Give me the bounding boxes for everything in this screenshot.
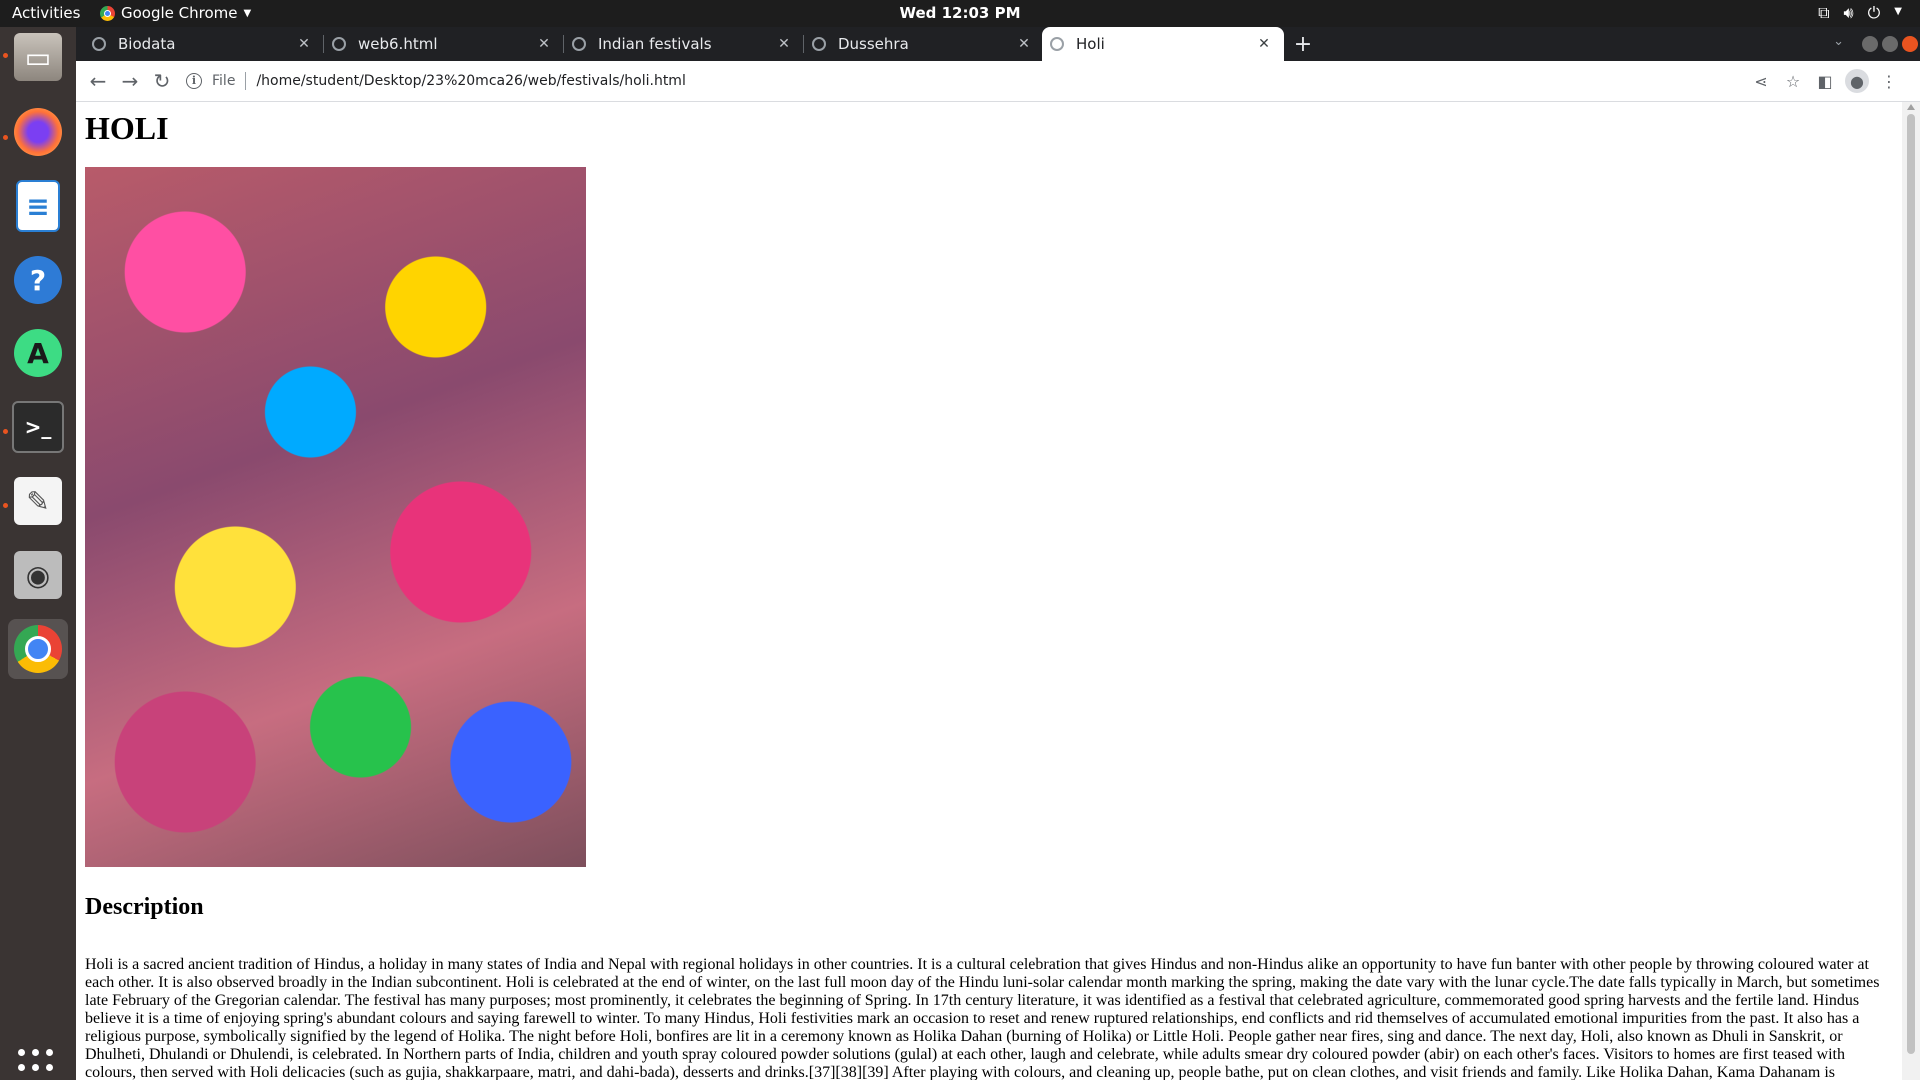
page-title: HOLI xyxy=(85,110,169,146)
share-icon: ⋖ xyxy=(1754,71,1768,91)
new-tab-button[interactable]: + xyxy=(1286,27,1320,61)
tab-holi[interactable]: Holi ✕ xyxy=(1042,27,1284,61)
firefox-icon xyxy=(14,108,62,156)
close-icon[interactable]: ✕ xyxy=(292,36,316,52)
dock-help[interactable]: ? xyxy=(8,250,68,310)
page-viewport: HOLI Description Holi is a sacred ancien… xyxy=(76,102,1902,1080)
dock: ▭ ≡ ? A >_ ✎ ◉ xyxy=(0,27,76,1080)
forward-button[interactable]: → xyxy=(116,67,144,95)
reload-button[interactable]: ↻ xyxy=(148,67,176,95)
dock-chrome[interactable] xyxy=(8,619,68,679)
vertical-scrollbar[interactable] xyxy=(1902,102,1920,1080)
chrome-icon xyxy=(14,625,62,673)
description-text: Holi is a sacred ancient tradition of Hi… xyxy=(85,956,1880,1080)
system-top-bar: Activities Google Chrome ▼ Wed 12:03 PM … xyxy=(0,0,1920,27)
dock-firefox[interactable] xyxy=(8,102,68,162)
power-icon: ⏻ xyxy=(1867,3,1881,22)
scroll-up-arrow[interactable] xyxy=(1907,104,1915,110)
text-editor-icon: ✎ xyxy=(14,477,62,525)
show-applications-button[interactable] xyxy=(18,1049,58,1080)
tab-title: Biodata xyxy=(118,35,176,53)
window-close-button[interactable] xyxy=(1902,36,1918,52)
side-panel-button[interactable]: ◧ xyxy=(1813,69,1837,93)
chevron-down-icon: ▼ xyxy=(1894,6,1902,17)
browser-window: Biodata ✕ web6.html ✕ Indian festivals ✕… xyxy=(76,27,1920,1080)
terminal-icon: >_ xyxy=(12,401,64,453)
close-icon[interactable]: ✕ xyxy=(1012,36,1036,52)
tab-title: Holi xyxy=(1076,35,1105,53)
tab-title: web6.html xyxy=(358,35,438,53)
url-scheme: File xyxy=(212,73,236,89)
holi-image xyxy=(85,167,586,867)
android-studio-icon: A xyxy=(14,329,62,377)
clock[interactable]: Wed 12:03 PM xyxy=(0,4,1920,22)
page-content: HOLI Description Holi is a sacred ancien… xyxy=(85,102,1885,1080)
arrow-right-icon: → xyxy=(121,69,139,93)
side-panel-icon: ◧ xyxy=(1817,71,1833,91)
menu-button[interactable]: ⋮ xyxy=(1877,69,1901,93)
avatar-icon: ● xyxy=(1850,71,1864,91)
info-icon[interactable]: i xyxy=(186,73,202,89)
tab-search-icon[interactable]: ⌄ xyxy=(1833,34,1844,49)
kebab-menu-icon: ⋮ xyxy=(1881,71,1897,91)
globe-icon xyxy=(812,37,826,51)
star-icon: ☆ xyxy=(1785,71,1801,91)
dock-files[interactable]: ▭ xyxy=(8,27,68,87)
arrow-left-icon: ← xyxy=(89,69,107,93)
scrollbar-thumb[interactable] xyxy=(1907,114,1915,1054)
tab-title: Indian festivals xyxy=(598,35,712,53)
reload-icon: ↻ xyxy=(153,69,171,93)
tab-strip: Biodata ✕ web6.html ✕ Indian festivals ✕… xyxy=(76,27,1920,61)
document-icon: ≡ xyxy=(16,180,60,232)
system-tray[interactable]: ⧉ 🔊︎ ⏻ ▼ xyxy=(1818,3,1902,23)
file-cabinet-icon: ▭ xyxy=(14,33,62,81)
globe-icon xyxy=(572,37,586,51)
close-icon[interactable]: ✕ xyxy=(772,36,796,52)
dock-android-studio[interactable]: A xyxy=(8,323,68,383)
browser-toolbar: ← → ↻ i File /home/student/Desktop/23%20… xyxy=(76,61,1920,102)
close-icon[interactable]: ✕ xyxy=(1252,36,1276,52)
globe-icon xyxy=(92,37,106,51)
window-controls xyxy=(1862,36,1918,52)
tab-title: Dussehra xyxy=(838,35,909,53)
tab-dussehra[interactable]: Dussehra ✕ xyxy=(804,27,1044,61)
address-bar[interactable]: i File /home/student/Desktop/23%20mca26/… xyxy=(184,65,1824,97)
url-text[interactable]: /home/student/Desktop/23%20mca26/web/fes… xyxy=(256,73,685,89)
dock-writer[interactable]: ≡ xyxy=(8,176,68,236)
minimize-button[interactable] xyxy=(1862,36,1878,52)
network-icon: ⧉ xyxy=(1818,3,1830,22)
description-heading: Description xyxy=(85,894,204,920)
tab-indian-festivals[interactable]: Indian festivals ✕ xyxy=(564,27,804,61)
profile-button[interactable]: ● xyxy=(1845,69,1869,93)
back-button[interactable]: ← xyxy=(84,67,112,95)
globe-icon xyxy=(1050,37,1064,51)
tab-biodata[interactable]: Biodata ✕ xyxy=(84,27,324,61)
volume-icon: 🔊︎ xyxy=(1843,3,1854,22)
globe-icon xyxy=(332,37,346,51)
help-icon: ? xyxy=(14,256,62,304)
dock-text-editor[interactable]: ✎ xyxy=(8,471,68,531)
dock-terminal[interactable]: >_ xyxy=(8,397,68,457)
bookmark-button[interactable]: ☆ xyxy=(1781,69,1805,93)
share-button[interactable]: ⋖ xyxy=(1749,69,1773,93)
camera-icon: ◉ xyxy=(14,551,62,599)
close-icon[interactable]: ✕ xyxy=(532,36,556,52)
tab-web6[interactable]: web6.html ✕ xyxy=(324,27,564,61)
dock-screenshot[interactable]: ◉ xyxy=(8,545,68,605)
maximize-button[interactable] xyxy=(1882,36,1898,52)
